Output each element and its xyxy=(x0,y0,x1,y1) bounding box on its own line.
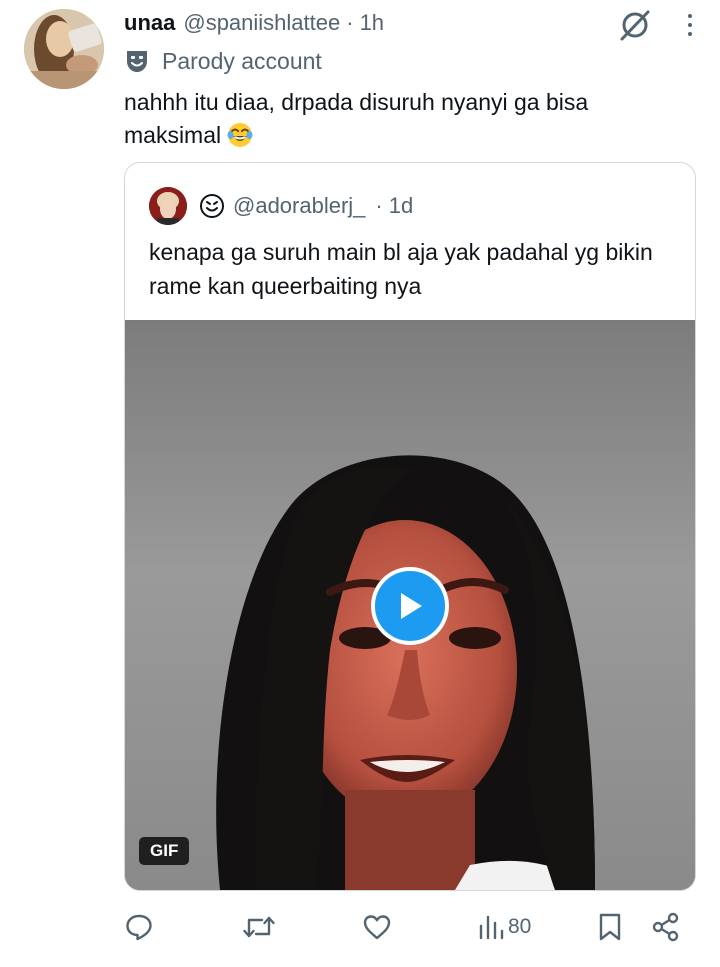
like-icon xyxy=(363,915,391,940)
gif-badge: GIF xyxy=(139,837,190,865)
tweet-action-bar: 80 xyxy=(124,906,684,950)
tweet-text: nahhh itu diaa, drpada disuruh nyanyi ga… xyxy=(124,86,684,152)
separator-dot: · xyxy=(346,10,354,35)
grok-icon[interactable] xyxy=(616,6,654,44)
author-avatar[interactable] xyxy=(24,9,104,89)
smiley-badge-icon xyxy=(200,194,224,218)
quoted-tweet[interactable]: @adorablerj_ · 1d kenapa ga suruh main b… xyxy=(124,162,696,891)
play-icon xyxy=(401,593,422,619)
more-options-icon[interactable] xyxy=(680,6,700,44)
share-icon xyxy=(652,912,679,942)
parody-label-text: Parody account xyxy=(162,47,322,74)
tweet-time[interactable]: 1h xyxy=(360,10,384,36)
views-button[interactable]: 80 xyxy=(478,912,531,942)
like-button[interactable] xyxy=(362,912,392,942)
reply-icon xyxy=(126,914,152,941)
theater-mask-icon xyxy=(127,51,147,72)
display-name[interactable]: unaa xyxy=(124,10,175,36)
tweet-body: nahhh itu diaa, drpada disuruh nyanyi ga… xyxy=(124,89,589,148)
quoted-author-avatar[interactable] xyxy=(149,187,187,225)
bookmark-icon xyxy=(599,913,621,941)
quoted-tweet-time: 1d xyxy=(388,193,414,218)
quoted-author-handle[interactable]: @adorablerj_ xyxy=(233,193,365,219)
retweet-icon xyxy=(243,916,275,938)
quoted-tweet-text: kenapa ga suruh main bl aja yak padahal … xyxy=(149,239,653,299)
views-icon xyxy=(479,915,504,940)
views-count: 80 xyxy=(508,915,532,938)
quoted-gif-media[interactable]: GIF xyxy=(125,320,695,890)
author-handle[interactable]: @spaniishlattee xyxy=(183,10,340,36)
separator-dot: · xyxy=(375,193,383,218)
parody-label: Parody account xyxy=(124,45,322,77)
reply-button[interactable] xyxy=(124,912,154,942)
share-button[interactable] xyxy=(651,912,681,942)
play-button[interactable] xyxy=(371,567,449,645)
face-with-tears-of-joy-icon xyxy=(227,123,253,147)
tweet-header: unaa @spaniishlattee · 1h xyxy=(124,8,384,38)
retweet-button[interactable] xyxy=(242,912,276,942)
tweet-top-actions xyxy=(616,6,700,44)
quoted-tweet-header: @adorablerj_ · 1d xyxy=(149,187,413,225)
bookmark-button[interactable] xyxy=(596,912,624,942)
